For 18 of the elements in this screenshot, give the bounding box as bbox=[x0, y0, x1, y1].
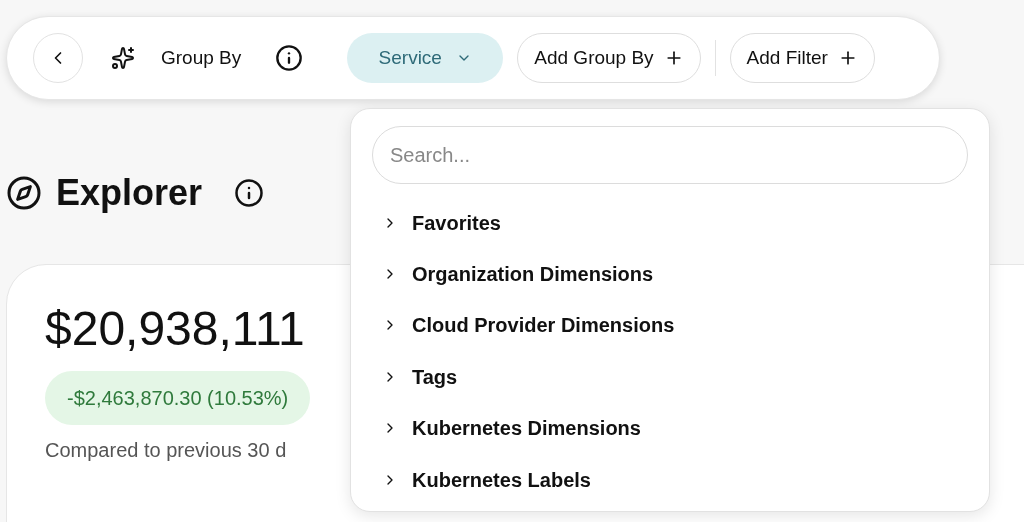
total-amount: $20,938,111 bbox=[45, 305, 305, 353]
add-group-by-button[interactable]: Add Group By bbox=[517, 33, 701, 83]
compass-icon bbox=[6, 175, 42, 211]
sparkle-icon[interactable] bbox=[111, 46, 135, 70]
page-title: Explorer bbox=[56, 171, 203, 215]
dimension-group-item[interactable]: Kubernetes Dimensions bbox=[372, 402, 968, 454]
dimension-group-item[interactable]: Cloud Provider Dimensions bbox=[372, 299, 968, 352]
service-dropdown[interactable]: Service bbox=[347, 33, 504, 83]
search-field[interactable]: Search... bbox=[372, 126, 968, 184]
info-icon[interactable] bbox=[275, 44, 304, 72]
group-by-label: Group By bbox=[161, 45, 242, 70]
dimension-group-item[interactable]: Tags bbox=[372, 351, 968, 403]
change-badge: -$2,463,870.30 (10.53%) bbox=[45, 371, 311, 425]
comparison-text: Compared to previous 30 d bbox=[45, 438, 287, 463]
info-icon[interactable] bbox=[234, 178, 265, 208]
dimension-group-item[interactable]: Organization Dimensions bbox=[372, 248, 968, 300]
dimension-group-item[interactable]: Favorites bbox=[372, 197, 968, 249]
dimension-group-item[interactable]: Kubernetes Labels bbox=[372, 453, 968, 506]
